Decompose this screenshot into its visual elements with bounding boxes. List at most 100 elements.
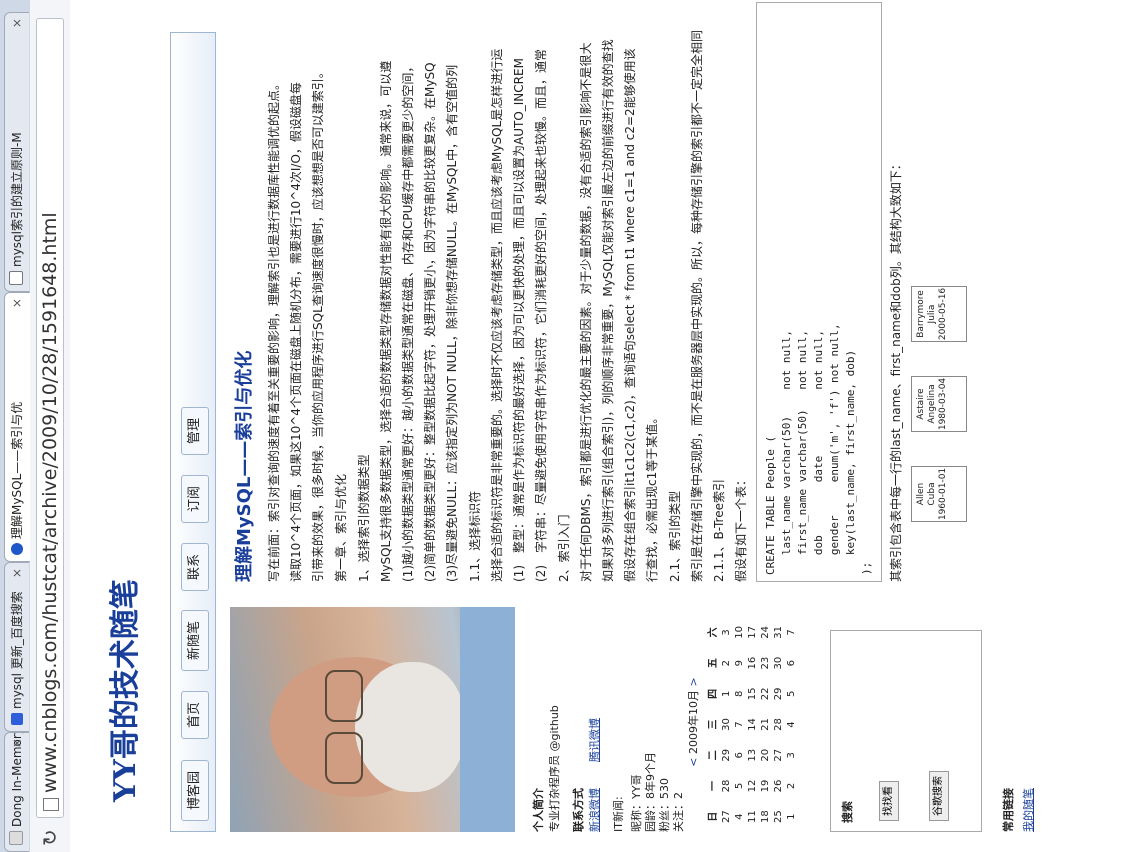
calendar-day[interactable]: 18 bbox=[759, 801, 772, 832]
article-paragraph: 如果对多列进行索引(组合索引)，列的顺序非常重要，MySQL仅能对索引最左边的前… bbox=[601, 39, 615, 582]
nav-home[interactable]: 首页 bbox=[181, 690, 209, 739]
calendar-day[interactable]: 28 bbox=[720, 771, 733, 802]
calendar-day[interactable]: 23 bbox=[759, 648, 772, 679]
btree-diagram: Allen Cuba 1960-01-01 Astaire Angelina 1980-… bbox=[911, 2, 991, 582]
calendar-day[interactable]: 6 bbox=[785, 648, 798, 679]
address-bar[interactable]: www.cnblogs.com/hustcat/archive/2009/10/… bbox=[36, 18, 64, 818]
calendar-day[interactable]: 15 bbox=[746, 678, 759, 709]
find-button[interactable]: 找找看 bbox=[879, 781, 899, 821]
calendar-day[interactable]: 12 bbox=[746, 771, 759, 802]
reload-icon[interactable]: ↻ bbox=[38, 829, 62, 846]
tab-inmemory[interactable]: Dong In-Memory D × bbox=[4, 732, 29, 852]
calendar-day[interactable]: 29 bbox=[772, 678, 785, 709]
calendar-week: 4 5 6 7 8 9 10 bbox=[733, 617, 746, 832]
calendar-day[interactable]: 14 bbox=[746, 709, 759, 740]
code-line: first_name varchar(50) not null, bbox=[796, 329, 809, 575]
baidu-icon bbox=[11, 713, 23, 725]
tab-mysql-index[interactable]: 理解MySQL——索引与优 × bbox=[4, 292, 30, 562]
calendar-day[interactable]: 13 bbox=[746, 740, 759, 771]
code-line: gender enum('m', 'f') not null, bbox=[828, 323, 841, 575]
article-paragraph: 读取10^4个页面，如果这10^4个页面在磁盘上随机分布，需要进行10^4次I/… bbox=[289, 82, 303, 582]
calendar-day[interactable]: 22 bbox=[759, 678, 772, 709]
btree-node: Barrymore Julia 2000-05-16 bbox=[911, 286, 967, 342]
calendar-day[interactable]: 5 bbox=[733, 771, 746, 802]
calendar-grid: 日一二三四五六 27 28 29 30 1 2 3 4 5 6 7 8 9 10 11 12 13 14 15 1… bbox=[703, 617, 798, 832]
profile-heading: 个人简介 bbox=[532, 788, 545, 832]
section-heading: 1.1、选择标识符 bbox=[468, 490, 482, 582]
article-paragraph: 写在前面：索引对查询的速度有着至关重要的影响，理解索引也是进行数据库性能调优的起… bbox=[267, 77, 281, 582]
calendar-day[interactable]: 16 bbox=[746, 648, 759, 679]
weekday: 五 bbox=[708, 658, 719, 669]
weibo-tencent-link[interactable]: 腾讯微博 bbox=[586, 718, 602, 762]
article-paragraph: 假设存在组合索引it1c1c2(c1,c2)，查询语句select * from… bbox=[623, 48, 637, 582]
calendar-day[interactable]: 20 bbox=[759, 740, 772, 771]
calendar-day[interactable]: 7 bbox=[785, 617, 798, 648]
calendar-day[interactable]: 27 bbox=[772, 740, 785, 771]
calendar-day[interactable]: 27 bbox=[720, 801, 733, 832]
calendar-day[interactable]: 21 bbox=[759, 709, 772, 740]
calendar-day[interactable]: 24 bbox=[759, 617, 772, 648]
calendar-day[interactable]: 2 bbox=[785, 771, 798, 802]
calendar-day[interactable]: 8 bbox=[733, 678, 746, 709]
calendar-day[interactable]: 31 bbox=[772, 617, 785, 648]
calendar-day[interactable]: 1 bbox=[785, 801, 798, 832]
article-paragraph: (2) 字符串：尽量避免使用字符串作为标识符，它们消耗更好的空间，处理起来也较慢… bbox=[534, 48, 548, 582]
code-line: key(last_name, first_name, dob) bbox=[844, 349, 857, 575]
calendar-week: 1234567 bbox=[785, 617, 798, 832]
calendar-day[interactable]: 28 bbox=[772, 709, 785, 740]
calendar-next[interactable]: > bbox=[687, 677, 700, 686]
article: 理解MySQL——索引与优化 写在前面：索引对查询的速度有着至关重要的影响，理解… bbox=[230, 2, 1130, 582]
calendar-day[interactable]: 17 bbox=[746, 617, 759, 648]
calendar-day[interactable]: 3 bbox=[720, 617, 733, 648]
tab-label: mysql 更新_百度搜索 bbox=[10, 591, 24, 709]
code-block: CREATE TABLE People ( last_name varchar(… bbox=[756, 2, 882, 582]
section-heading: 1、选择索引的数据类型 bbox=[357, 454, 371, 582]
calendar-day[interactable]: 19 bbox=[759, 771, 772, 802]
tab-baidu[interactable]: mysql 更新_百度搜索 × bbox=[4, 562, 29, 732]
close-icon[interactable]: × bbox=[5, 298, 30, 308]
close-icon[interactable]: × bbox=[5, 738, 29, 748]
nav-subscribe[interactable]: 订阅 bbox=[181, 474, 209, 523]
site-title[interactable]: YY哥的技术随笔 bbox=[100, 579, 144, 802]
calendar-day[interactable]: 3 bbox=[785, 740, 798, 771]
calendar-day[interactable]: 26 bbox=[772, 771, 785, 802]
calendar-day[interactable]: 5 bbox=[785, 678, 798, 709]
tab-strip: Dong In-Memory D × mysql 更新_百度搜索 × 理解MySQL… bbox=[0, 0, 31, 852]
weibo-sina-link[interactable]: 新浪微博 bbox=[586, 788, 602, 832]
calendar-day[interactable]: 6 bbox=[733, 740, 746, 771]
profile-text: 专业打杂程序员 @github bbox=[548, 705, 561, 832]
nav-cnblogs[interactable]: 博客园 bbox=[181, 759, 209, 821]
section-heading: 第一章、索引与优化 bbox=[334, 473, 348, 582]
calendar-day[interactable]: 30 bbox=[772, 648, 785, 679]
section-heading: 2、索引入门 bbox=[557, 514, 571, 582]
weekday: 二 bbox=[708, 750, 719, 761]
calendar-day[interactable]: 11 bbox=[746, 801, 759, 832]
weekday: 四 bbox=[708, 688, 719, 699]
nav-contact[interactable]: 联系 bbox=[181, 542, 209, 591]
article-paragraph: (3)尽量避免NULL：应该指定列为NOT NULL，除非你想存储NULL。在M… bbox=[445, 64, 459, 582]
calendar-day[interactable]: 1 bbox=[720, 678, 733, 709]
calendar-prev[interactable]: < bbox=[687, 758, 700, 767]
calendar-week: 27 28 29 30 1 2 3 bbox=[720, 617, 733, 832]
calendar-day[interactable]: 30 bbox=[720, 709, 733, 740]
nav-new-post[interactable]: 新随笔 bbox=[181, 609, 209, 671]
calendar-day[interactable]: 2 bbox=[720, 648, 733, 679]
article-paragraph: 对于任何DBMS，索引都是进行优化的最主要的因素。对于少量的数据，没有合适的索引… bbox=[579, 42, 593, 582]
calendar-day[interactable]: 9 bbox=[733, 648, 746, 679]
article-title[interactable]: 理解MySQL——索引与优化 bbox=[230, 2, 256, 582]
close-icon[interactable]: × bbox=[5, 18, 29, 28]
follow-count[interactable]: 关注：2 bbox=[670, 792, 686, 832]
sidebar: 个人简介 专业打杂程序员 @github 联系方式 新浪微博 腾讯微博 IT新闻… bbox=[230, 602, 1110, 832]
my-posts-link[interactable]: 我的随笔 bbox=[1020, 788, 1036, 832]
calendar-day[interactable]: 10 bbox=[733, 617, 746, 648]
calendar-day[interactable]: 29 bbox=[720, 740, 733, 771]
nav-manage[interactable]: 管理 bbox=[181, 406, 209, 455]
close-icon[interactable]: × bbox=[5, 568, 29, 578]
calendar-day[interactable]: 25 bbox=[772, 801, 785, 832]
calendar-day[interactable]: 4 bbox=[733, 801, 746, 832]
tab-mysql-principles[interactable]: mysql索引的建立原则-M × bbox=[4, 12, 29, 292]
calendar-day[interactable]: 4 bbox=[785, 709, 798, 740]
search-panel: 搜索 找找看 谷歌搜索 bbox=[830, 630, 982, 832]
google-search-button[interactable]: 谷歌搜索 bbox=[929, 771, 949, 821]
calendar-day[interactable]: 7 bbox=[733, 709, 746, 740]
